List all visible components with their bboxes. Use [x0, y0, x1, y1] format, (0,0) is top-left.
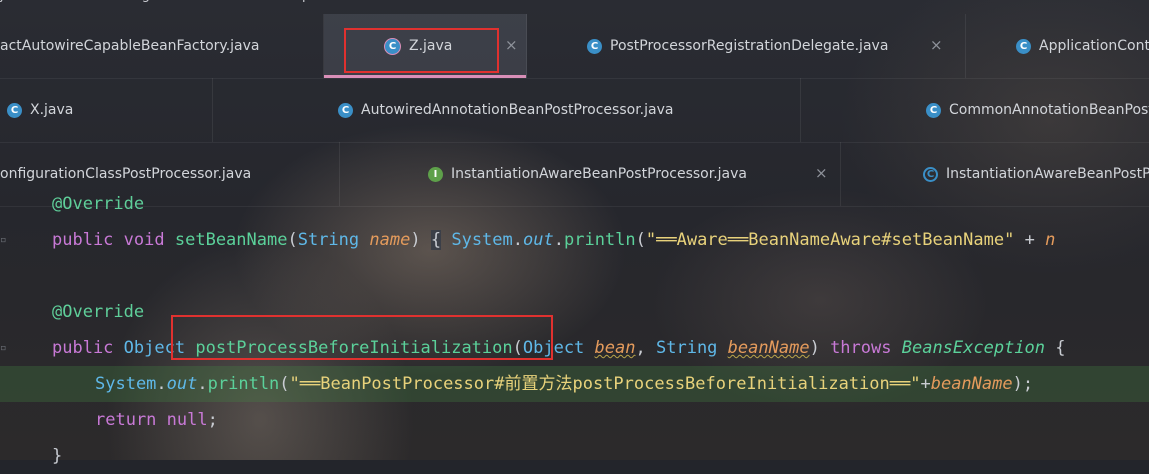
- tab-label: InstantiationAwareBeanPostProcessor.java: [451, 166, 748, 182]
- tab-label: AutowiredAnnotationBeanPostProcessor.jav…: [361, 102, 674, 118]
- code-line-set-bean-name: ▫ public void setBeanName(String name) {…: [0, 222, 1149, 258]
- code-editor[interactable]: @Override ▫ public void setBeanName(Stri…: [0, 194, 1149, 466]
- code-line-annotation-top: @Override: [52, 194, 145, 214]
- fold-marker-icon[interactable]: ▫: [0, 222, 8, 258]
- tab-x-java[interactable]: C X.java: [0, 78, 213, 142]
- tab-autowired-annotation-bean-post-processor[interactable]: C AutowiredAnnotationBeanPostProcessor.j…: [213, 78, 801, 142]
- tab-label: actAutowireCapableBeanFactory.java: [0, 38, 260, 54]
- tab-common-annotation-bean-post-processor[interactable]: C CommonAnnotationBeanPostP: [801, 78, 1149, 142]
- tab-z-java[interactable]: C Z.java ×: [324, 14, 527, 78]
- tab-label: ApplicationConte: [1039, 38, 1149, 54]
- tab-application-context[interactable]: C ApplicationConte: [966, 14, 1149, 78]
- code-line-closing-brace: }: [52, 446, 63, 466]
- tab-label: Z.java: [409, 38, 453, 54]
- interface-file-icon: I: [428, 166, 443, 182]
- tab-label: InstantiationAwareBeanPostPro: [946, 166, 1149, 182]
- close-icon[interactable]: ×: [815, 164, 828, 182]
- editor-tab-row-2: C X.java C AutowiredAnnotationBeanPostPr…: [0, 78, 1149, 143]
- tab-abstract-autowire-capable-bean-factory[interactable]: actAutowireCapableBeanFactory.java: [0, 14, 324, 78]
- class-file-icon: C: [587, 38, 602, 54]
- class-file-icon: C: [926, 102, 941, 118]
- tab-label: PostProcessorRegistrationDelegate.java: [610, 38, 889, 54]
- class-file-icon: C: [7, 102, 22, 118]
- tab-label: onfigurationClassPostProcessor.java: [0, 166, 252, 182]
- class-file-icon: C: [384, 37, 401, 55]
- class-file-icon: C: [1016, 38, 1031, 54]
- editor-tab-row-1: actAutowireCapableBeanFactory.java C Z.j…: [0, 14, 1149, 79]
- code-line-return-null: return null;: [95, 410, 218, 430]
- code-line-override: @Override: [52, 302, 145, 322]
- fold-marker-icon[interactable]: ▫: [0, 330, 8, 366]
- close-icon[interactable]: ×: [505, 36, 518, 54]
- tab-post-processor-registration-delegate[interactable]: C PostProcessorRegistrationDelegate.java…: [527, 14, 966, 78]
- abstract-class-file-icon: C: [923, 166, 938, 182]
- class-file-icon: C: [338, 102, 353, 118]
- close-icon[interactable]: ×: [930, 36, 943, 54]
- tab-label: CommonAnnotationBeanPostP: [949, 102, 1149, 118]
- breadcrumb: java › com › alonge › service › Z › post…: [0, 0, 1149, 10]
- code-line-println-highlighted: System.out.println("══BeanPostProcessor#…: [0, 366, 1149, 402]
- code-line-post-process-before-init: ▫ public Object postProcessBeforeInitial…: [0, 330, 1149, 366]
- tab-label: X.java: [30, 102, 74, 118]
